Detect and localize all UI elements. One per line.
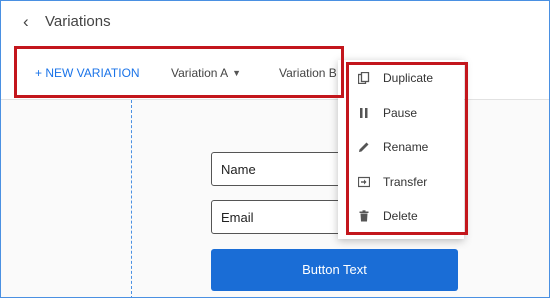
page-title: Variations	[45, 13, 111, 30]
highlight-box-menu	[346, 62, 468, 235]
chevron-left-icon[interactable]: ‹	[23, 12, 29, 32]
app-frame: ‹ Variations + NEW VARIATION Variation A…	[0, 0, 550, 298]
submit-button[interactable]: Button Text	[211, 249, 458, 291]
email-field-placeholder: Email	[221, 210, 254, 225]
header-bar: ‹ Variations	[1, 1, 549, 46]
guide-line	[131, 100, 132, 297]
highlight-box-tabs	[14, 46, 344, 98]
name-field-placeholder: Name	[221, 162, 256, 177]
